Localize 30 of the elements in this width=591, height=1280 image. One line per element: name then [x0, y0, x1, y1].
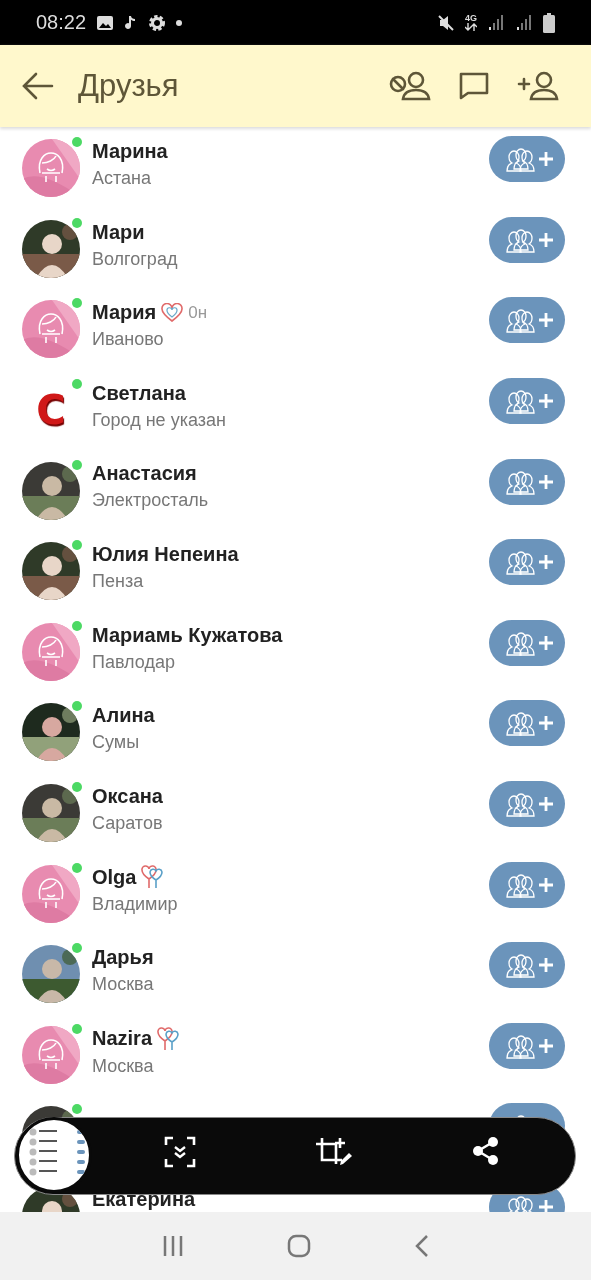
friend-name: Анастасия [92, 462, 197, 486]
friend-name: Светлана [92, 381, 186, 405]
friend-name: Nazira [92, 1027, 153, 1051]
friend-city: Павлодар [92, 651, 176, 673]
friend-name: Мариамь Кужатова [92, 623, 283, 647]
friend-name: Olga [92, 865, 137, 889]
friend-name: Дарья [92, 945, 154, 969]
friend-name: Мари [92, 220, 145, 244]
friend-city: Астана [92, 168, 152, 189]
friend-name: Алина [92, 704, 155, 728]
friend-city: Иваново [92, 329, 165, 351]
friend-city: Москва [92, 1055, 155, 1077]
friend-city: Город не указан [92, 409, 227, 431]
friend-name: Оксана [92, 784, 163, 808]
friend-name: Марина [92, 140, 168, 163]
clock: 08:22 [36, 11, 87, 34]
page-title: Друзья [78, 68, 180, 104]
friend-city: Владимир [92, 894, 179, 916]
friend-city: Волгоград [92, 248, 179, 270]
friend-name: Екатерина [92, 1187, 196, 1211]
badge-count: 0н [188, 302, 208, 323]
friend-city: Сумы [92, 732, 141, 754]
friend-city: Москва [92, 973, 155, 995]
friend-city: Пенза [92, 570, 145, 592]
friend-city: Электросталь [92, 490, 210, 512]
friend-name: Мария [92, 301, 157, 325]
friend-city: Саратов [92, 812, 164, 834]
friend-name: Юлия Непеина [92, 542, 239, 566]
network-type: 4G [465, 14, 477, 23]
avatar-letter: С [35, 386, 67, 436]
